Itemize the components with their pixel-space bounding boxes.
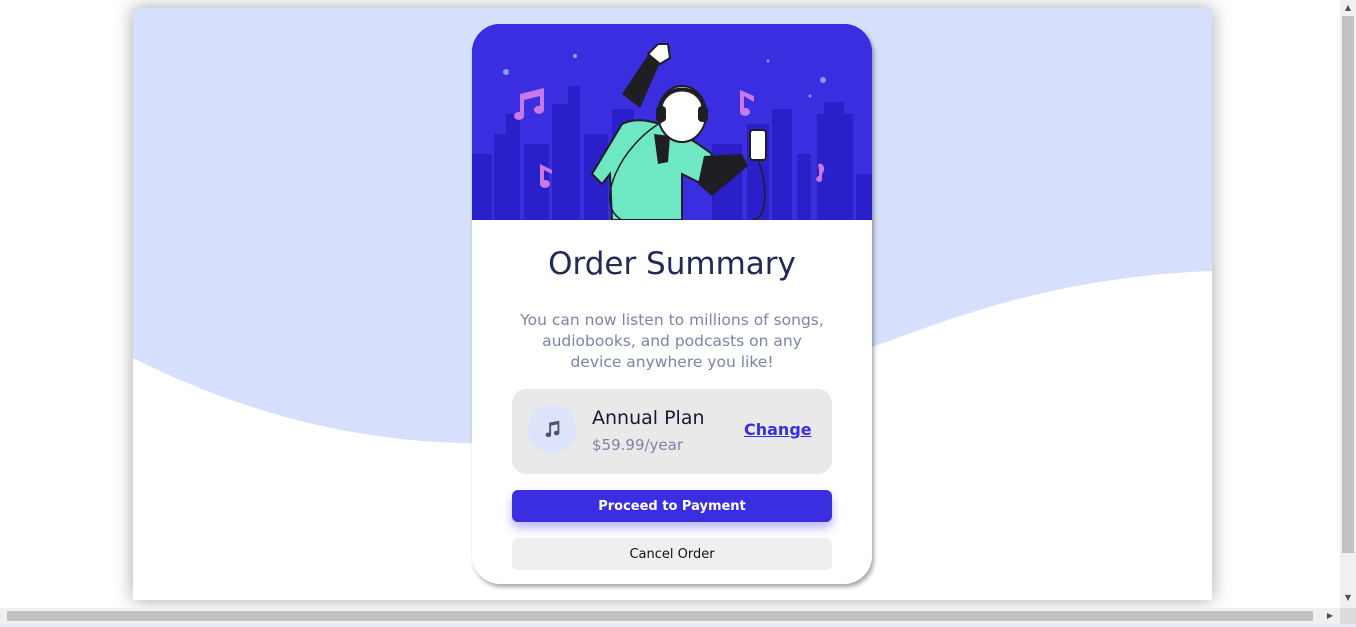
change-plan-link[interactable]: Change: [744, 420, 812, 439]
order-summary-card: Order Summary You can now listen to mill…: [472, 24, 872, 584]
scrollbar-corner: [1340, 608, 1356, 624]
scroll-right-icon[interactable]: ▶: [1322, 608, 1338, 624]
horizontal-scrollbar[interactable]: ▶: [0, 608, 1340, 624]
scroll-up-icon[interactable]: ▲: [1340, 0, 1356, 16]
page-viewport: Order Summary You can now listen to mill…: [133, 8, 1212, 600]
cancel-order-button[interactable]: Cancel Order: [512, 538, 832, 570]
hero-illustration: [472, 24, 872, 220]
scroll-down-icon[interactable]: ▼: [1340, 590, 1356, 606]
plan-summary: Annual Plan $59.99/year Change: [512, 389, 832, 474]
card-description: You can now listen to millions of songs,…: [520, 311, 824, 371]
plan-name: Annual Plan: [592, 407, 705, 429]
card-title: Order Summary: [548, 246, 796, 282]
horizontal-scroll-thumb[interactable]: [7, 611, 1313, 621]
vertical-scrollbar[interactable]: ▲ ▼: [1340, 0, 1356, 608]
vertical-scroll-thumb[interactable]: [1342, 16, 1354, 553]
music-note-icon: [528, 405, 576, 453]
proceed-to-payment-button[interactable]: Proceed to Payment: [512, 490, 832, 522]
plan-price: $59.99/year: [592, 436, 684, 454]
